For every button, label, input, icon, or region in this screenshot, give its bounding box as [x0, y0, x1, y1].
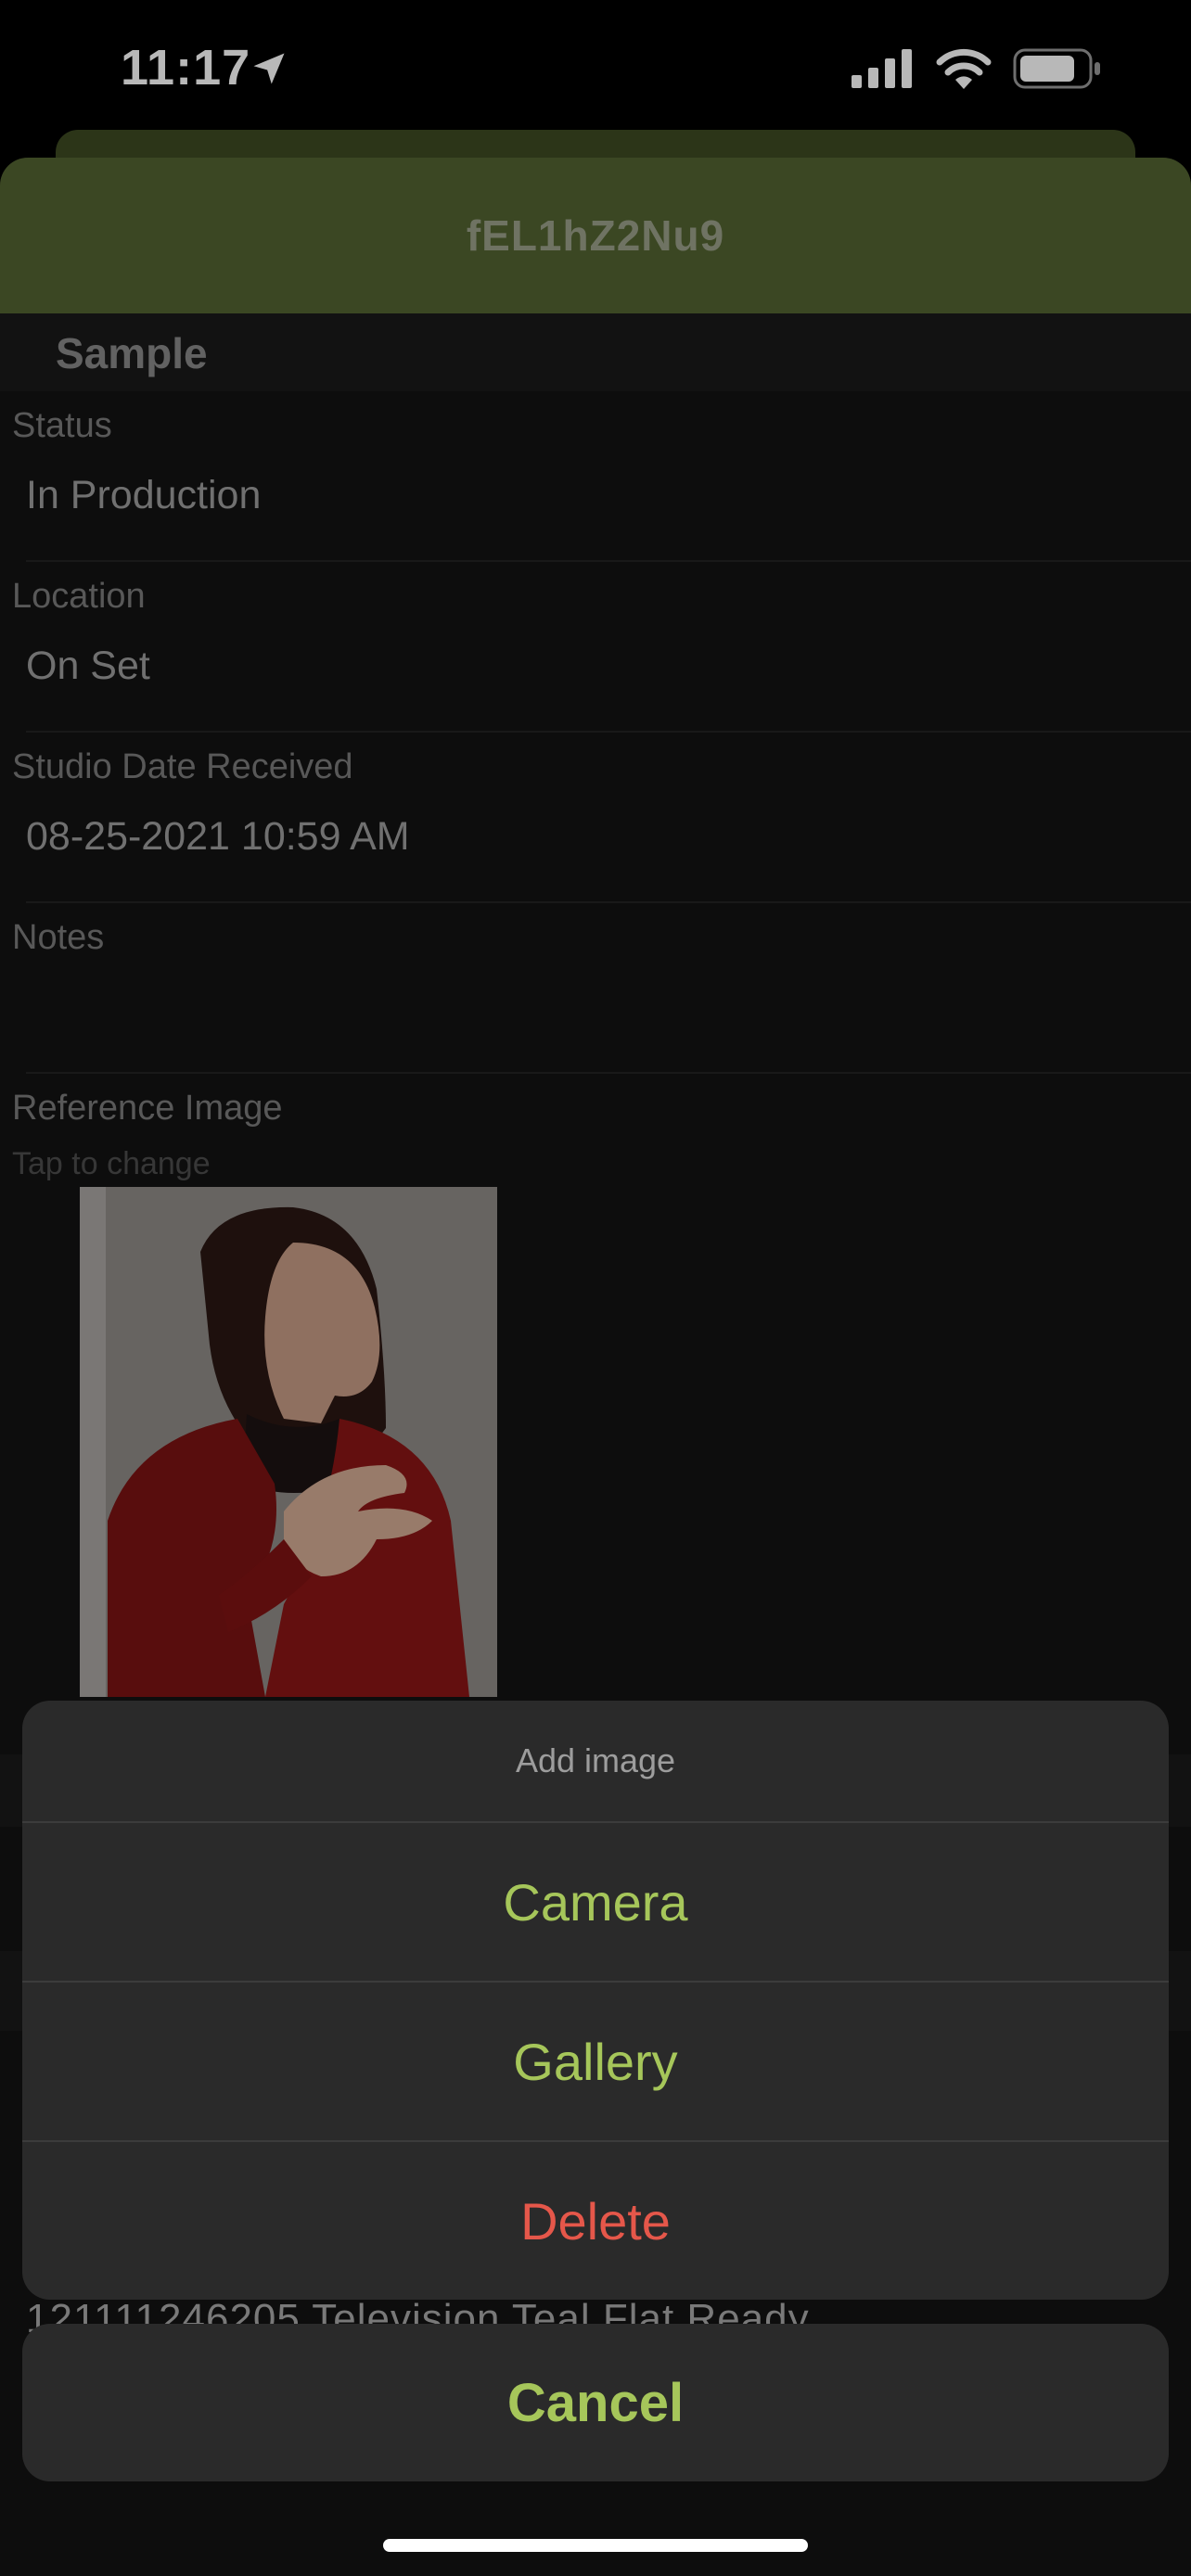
cancel-button[interactable]: Cancel: [22, 2324, 1169, 2481]
add-image-action-sheet: Add image Camera Gallery Delete: [22, 1701, 1169, 2300]
camera-button[interactable]: Camera: [22, 1823, 1169, 1983]
home-indicator[interactable]: [383, 2539, 808, 2552]
action-sheet-title: Add image: [22, 1701, 1169, 1823]
screen: 11:17 fEL1hZ2Nu9 Sample Status In Produc…: [0, 0, 1191, 2576]
delete-button[interactable]: Delete: [22, 2142, 1169, 2300]
gallery-button[interactable]: Gallery: [22, 1983, 1169, 2142]
